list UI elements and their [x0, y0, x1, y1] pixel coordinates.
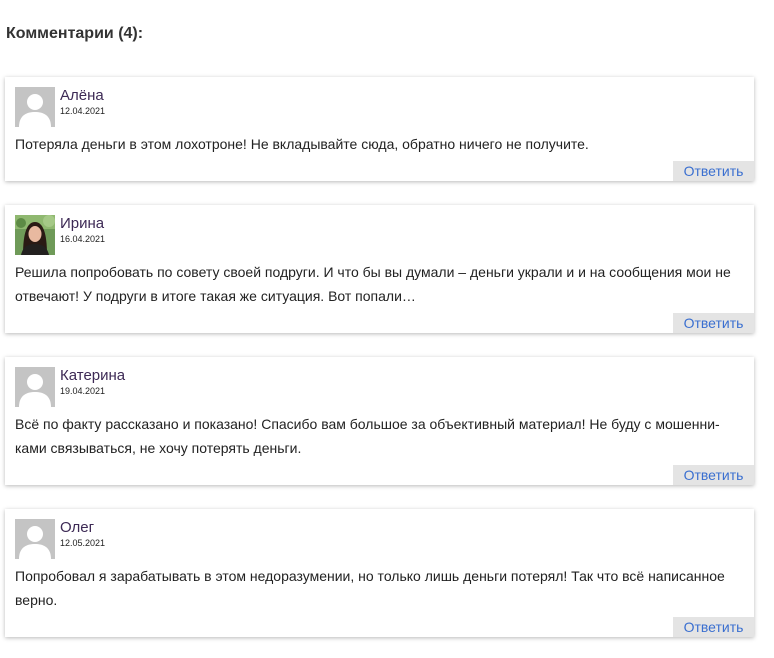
- comment-text: Потеряла деньги в этом лохотроне! Не вкл…: [15, 136, 589, 152]
- comment-date: 12.04.2021: [60, 106, 106, 116]
- reply-button[interactable]: Ответить: [673, 465, 754, 485]
- reply-button[interactable]: Ответить: [673, 313, 754, 333]
- comment-author: Алёна: [60, 87, 104, 104]
- default-avatar-icon: [15, 367, 55, 407]
- comment-text: Всё по факту рассказано и показано! Спас…: [15, 416, 720, 456]
- comment-card: Катерина 19.04.2021 Всё по факту рассказ…: [5, 357, 754, 485]
- comment-author: Ирина: [60, 215, 105, 232]
- default-avatar-icon: [15, 87, 55, 127]
- comment-card: Алёна 12.04.2021 Потеряла деньги в этом …: [5, 77, 754, 181]
- default-avatar-icon: [15, 519, 55, 559]
- user-photo-avatar: [15, 215, 55, 255]
- reply-button[interactable]: Ответить: [673, 617, 754, 637]
- comment-date: 19.04.2021: [60, 386, 106, 396]
- comment-date: 12.05.2021: [60, 538, 106, 548]
- comment-card: Олег 12.05.2021 Попробовал я зарабатыват…: [5, 509, 754, 637]
- comment-author: Катерина: [60, 367, 126, 384]
- comments-title: Комментарии (4):: [6, 25, 144, 42]
- comment-date: 16.04.2021: [60, 234, 106, 244]
- reply-button[interactable]: Ответить: [673, 161, 754, 181]
- comment-author: Олег: [60, 519, 95, 536]
- comment-text: Решила попробовать по совету своей подру…: [15, 264, 731, 304]
- comment-text: Попробовал я зарабатывать в этом недораз…: [15, 568, 725, 608]
- comment-card: Ирина 16.04.2021 Решила попробовать по с…: [5, 205, 754, 333]
